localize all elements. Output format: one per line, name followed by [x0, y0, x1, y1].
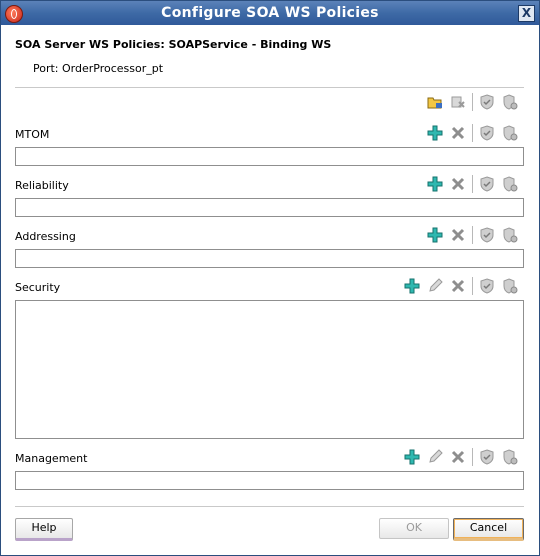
reliability-label: Reliability [15, 179, 69, 192]
mtom-policy-list[interactable] [15, 147, 524, 166]
configure-shield-icon[interactable] [502, 227, 518, 243]
dialog-window: Configure SOA WS Policies X SOA Server W… [0, 0, 540, 556]
addressing-policy-list[interactable] [15, 249, 524, 268]
validate-shield-icon[interactable] [479, 176, 495, 192]
cancel-button[interactable]: Cancel [453, 518, 524, 541]
add-icon[interactable] [404, 449, 420, 465]
toolbar-separator [472, 226, 473, 244]
help-button[interactable]: Help [15, 518, 73, 541]
configure-shield-icon[interactable] [502, 449, 518, 465]
security-policy-list[interactable] [15, 300, 524, 439]
delete-x-icon[interactable] [450, 449, 466, 465]
configure-shield-icon[interactable] [502, 94, 518, 110]
management-label: Management [15, 452, 88, 465]
policies-heading: SOA Server WS Policies: SOAPService - Bi… [15, 38, 332, 51]
addressing-label: Addressing [15, 230, 76, 243]
add-icon[interactable] [427, 176, 443, 192]
validate-shield-icon[interactable] [479, 94, 495, 110]
delete-x-icon[interactable] [450, 176, 466, 192]
toolbar-separator [472, 93, 473, 111]
add-icon[interactable] [427, 125, 443, 141]
validate-shield-icon[interactable] [479, 227, 495, 243]
configure-shield-icon[interactable] [502, 176, 518, 192]
delete-x-icon[interactable] [450, 227, 466, 243]
toolbar-separator [472, 124, 473, 142]
add-icon[interactable] [427, 227, 443, 243]
configure-shield-icon[interactable] [502, 278, 518, 294]
port-label: Port: OrderProcessor_pt [33, 62, 164, 75]
edit-pencil-icon[interactable] [427, 449, 443, 465]
open-folder-icon[interactable] [427, 94, 443, 110]
add-icon[interactable] [404, 278, 420, 294]
toolbar-separator [472, 175, 473, 193]
attach-icon[interactable] [450, 94, 466, 110]
footer-divider [15, 506, 524, 507]
validate-shield-icon[interactable] [479, 449, 495, 465]
mtom-label: MTOM [15, 128, 50, 141]
delete-x-icon[interactable] [450, 278, 466, 294]
ok-button[interactable]: OK [379, 518, 449, 539]
edit-pencil-icon[interactable] [427, 278, 443, 294]
validate-shield-icon[interactable] [479, 125, 495, 141]
toolbar-separator [472, 448, 473, 466]
header-divider [15, 87, 524, 88]
dialog-title: Configure SOA WS Policies [161, 5, 379, 21]
validate-shield-icon[interactable] [479, 278, 495, 294]
reliability-policy-list[interactable] [15, 198, 524, 217]
security-label: Security [15, 281, 61, 294]
configure-shield-icon[interactable] [502, 125, 518, 141]
title-bar[interactable]: Configure SOA WS Policies X [1, 1, 539, 25]
toolbar-separator [472, 277, 473, 295]
close-button[interactable]: X [518, 5, 535, 22]
delete-x-icon[interactable] [450, 125, 466, 141]
management-policy-list[interactable] [15, 471, 524, 490]
